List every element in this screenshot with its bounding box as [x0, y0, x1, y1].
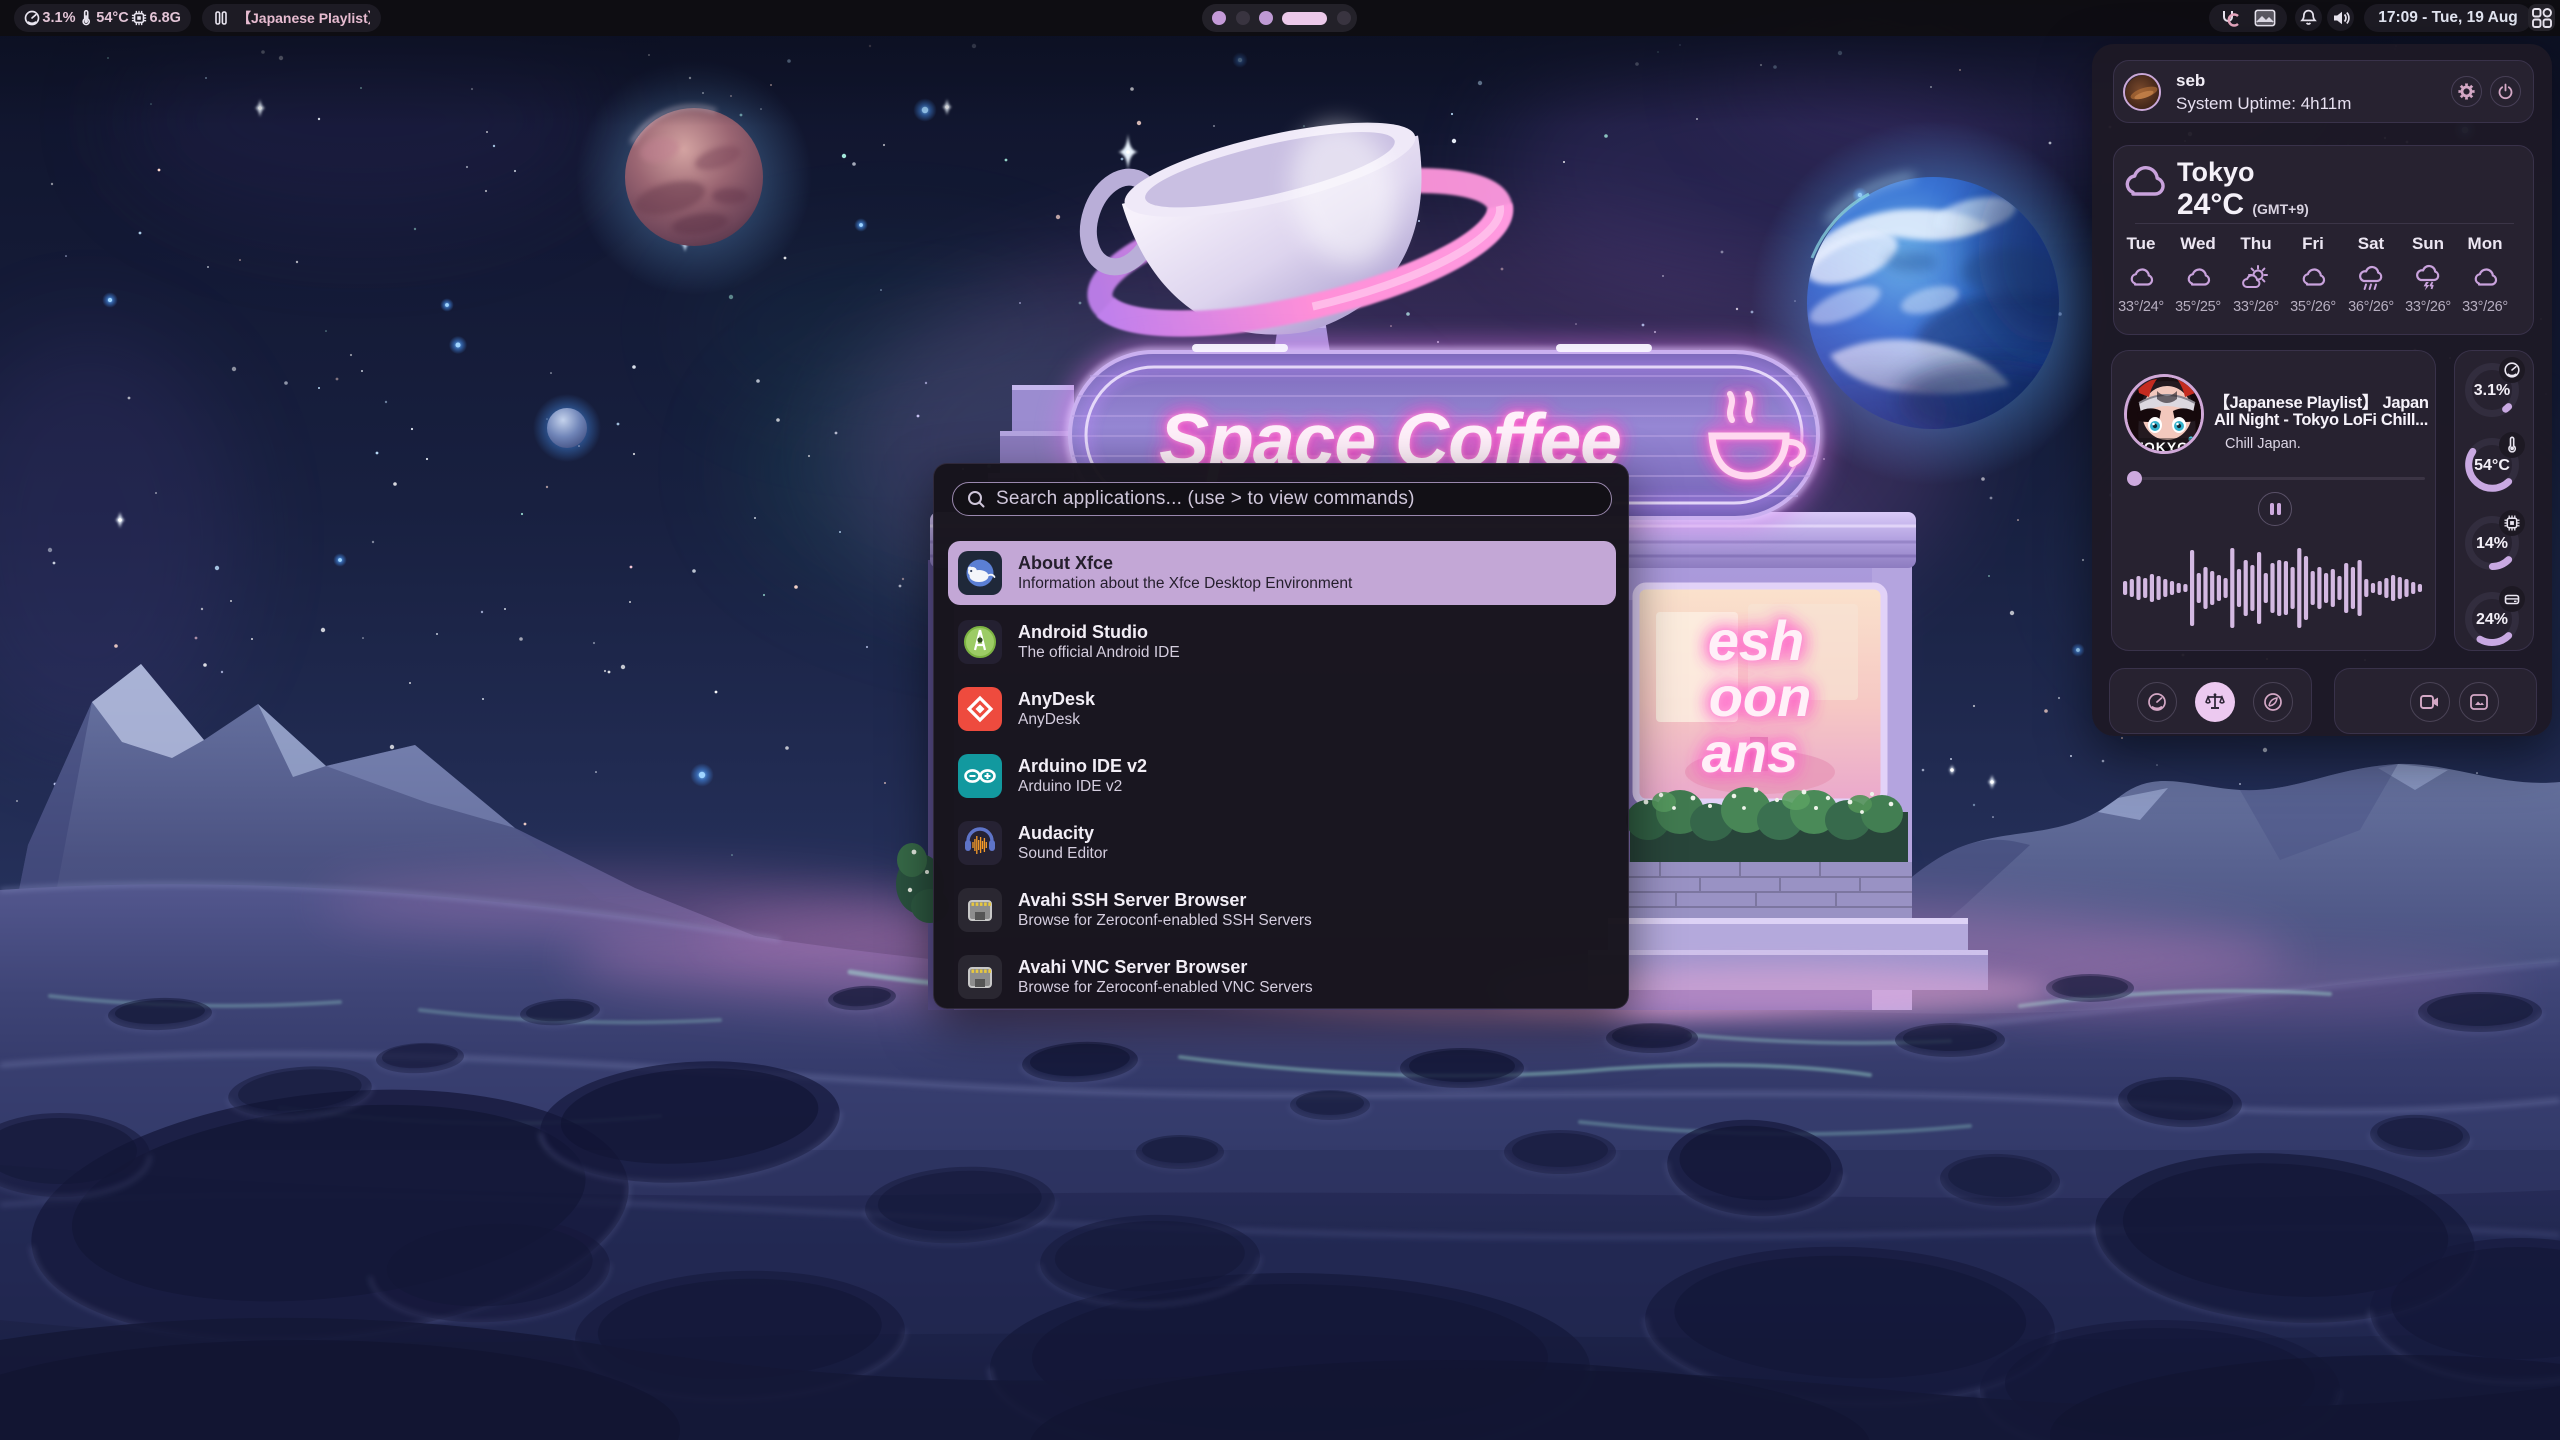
svg-text:TOKYO L: TOKYO L [2135, 439, 2204, 454]
svg-text:oon: oon [1709, 665, 1812, 728]
svg-text:esh: esh [1708, 609, 1805, 672]
svg-text:14%: 14% [2476, 535, 2508, 552]
svg-text:24%: 24% [2476, 611, 2508, 628]
svg-text:ans: ans [1702, 721, 1799, 784]
svg-text:54°C: 54°C [2474, 457, 2510, 474]
svg-text:3.1%: 3.1% [2474, 382, 2510, 399]
